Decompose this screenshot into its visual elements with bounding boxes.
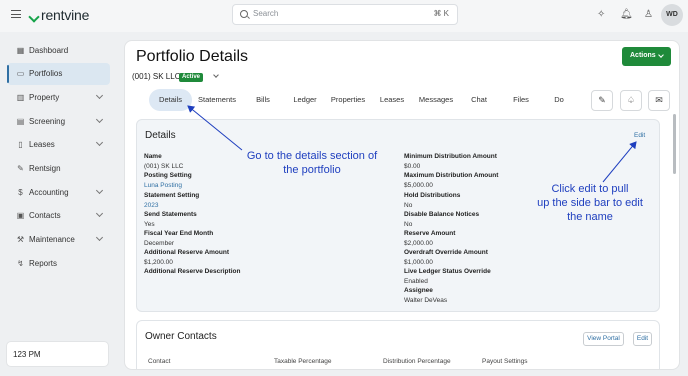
edit-annotation-line-1: Click edit to pull: [551, 183, 629, 195]
details-annotation: Go to the details section of the portfol…: [236, 149, 388, 177]
details-annotation-line-1: Go to the details section of: [246, 150, 378, 162]
details-annotation-line-2: the portfolio: [283, 164, 341, 176]
edit-annotation-line-2: up the side bar to edit: [537, 197, 643, 209]
details-annotation-arrow: [187, 105, 243, 151]
edit-annotation-line-3: the name: [567, 211, 613, 223]
edit-annotation: Click edit to pull up the side bar to ed…: [520, 182, 660, 224]
edit-annotation-arrow: [602, 141, 637, 183]
